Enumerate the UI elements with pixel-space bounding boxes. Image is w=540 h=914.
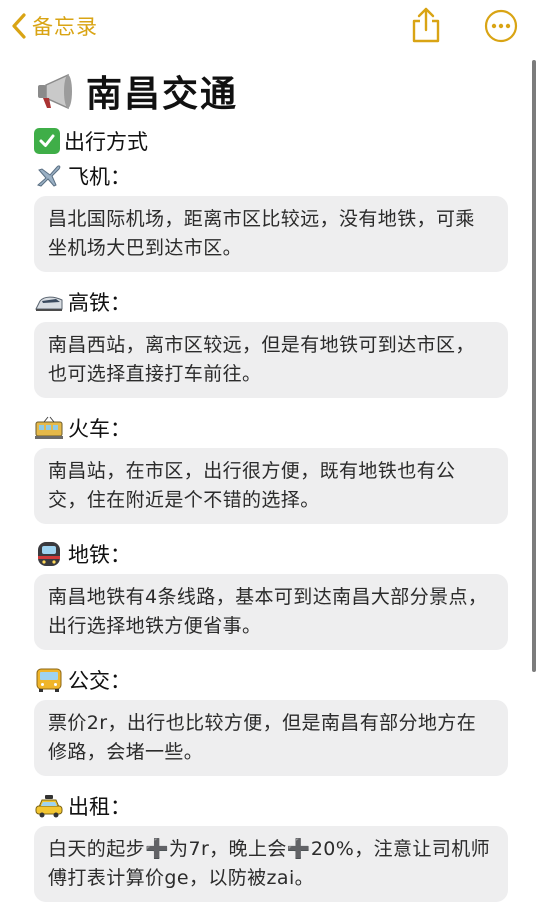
section-text-card: 票价2r，出行也比较方便，但是南昌有部分地方在修路，会堵一些。 (34, 700, 508, 776)
section-label: 火车： (68, 417, 131, 441)
bus-icon (36, 668, 62, 692)
tram-icon (35, 416, 63, 439)
note-title: 南昌交通 (86, 74, 239, 115)
bullet-train-icon (35, 296, 63, 311)
back-button[interactable]: 备忘录 (10, 9, 98, 43)
metro-icon (38, 542, 60, 566)
section-heading-airplane: 飞机： (34, 158, 508, 194)
section-label: 公交： (68, 669, 131, 693)
scrollbar[interactable] (532, 60, 536, 672)
section-label: 高铁： (68, 291, 131, 315)
back-button-label: 备忘录 (32, 15, 98, 39)
section-text-card: 白天的起步➕为7r，晚上会➕20%，注意让司机师傅打表计算价ge，以防被zai。 (34, 826, 508, 902)
section-text-card: 南昌西站，离市区较远，但是有地铁可到达市区，也可选择直接打车前往。 (34, 322, 508, 398)
section-heading-bullet-train: 高铁： (34, 284, 508, 320)
check-mark-icon (34, 128, 60, 154)
section-heading-tram: 火车： (34, 410, 508, 446)
note-title-row: 南昌交通 (34, 60, 508, 122)
section-heading-bus: 公交： (34, 662, 508, 698)
top-navigation-bar: 备忘录 (0, 0, 540, 52)
section-heading-metro: 地铁： (34, 536, 508, 572)
section-text-card: 昌北国际机场，距离市区比较远，没有地铁，可乘坐机场大巴到达市区。 (34, 196, 508, 272)
section-label: 出租： (68, 795, 131, 819)
megaphone-icon (38, 73, 72, 110)
note-body[interactable]: 南昌交通 出行方式 飞机： 昌北国际机场，距离市区比较远，没有地铁，可乘坐机场大… (34, 60, 508, 914)
section-text-card: 南昌地铁有4条线路，基本可到达南昌大部分景点，出行选择地铁方便省事。 (34, 574, 508, 650)
chevron-left-icon (12, 13, 26, 39)
section-heading-taxi: 出租： (34, 788, 508, 824)
section-text-card: 南昌站，在市区，出行很方便，既有地铁也有公交，住在附近是个不错的选择。 (34, 448, 508, 524)
share-icon[interactable] (408, 6, 444, 44)
subtitle-row: 出行方式 (34, 124, 508, 158)
airplane-icon (37, 165, 61, 187)
more-ellipsis-icon[interactable] (484, 9, 518, 43)
section-label: 地铁： (68, 543, 131, 567)
section-label: 飞机： (68, 165, 131, 189)
subtitle-text: 出行方式 (64, 130, 148, 154)
taxi-icon (35, 795, 63, 818)
